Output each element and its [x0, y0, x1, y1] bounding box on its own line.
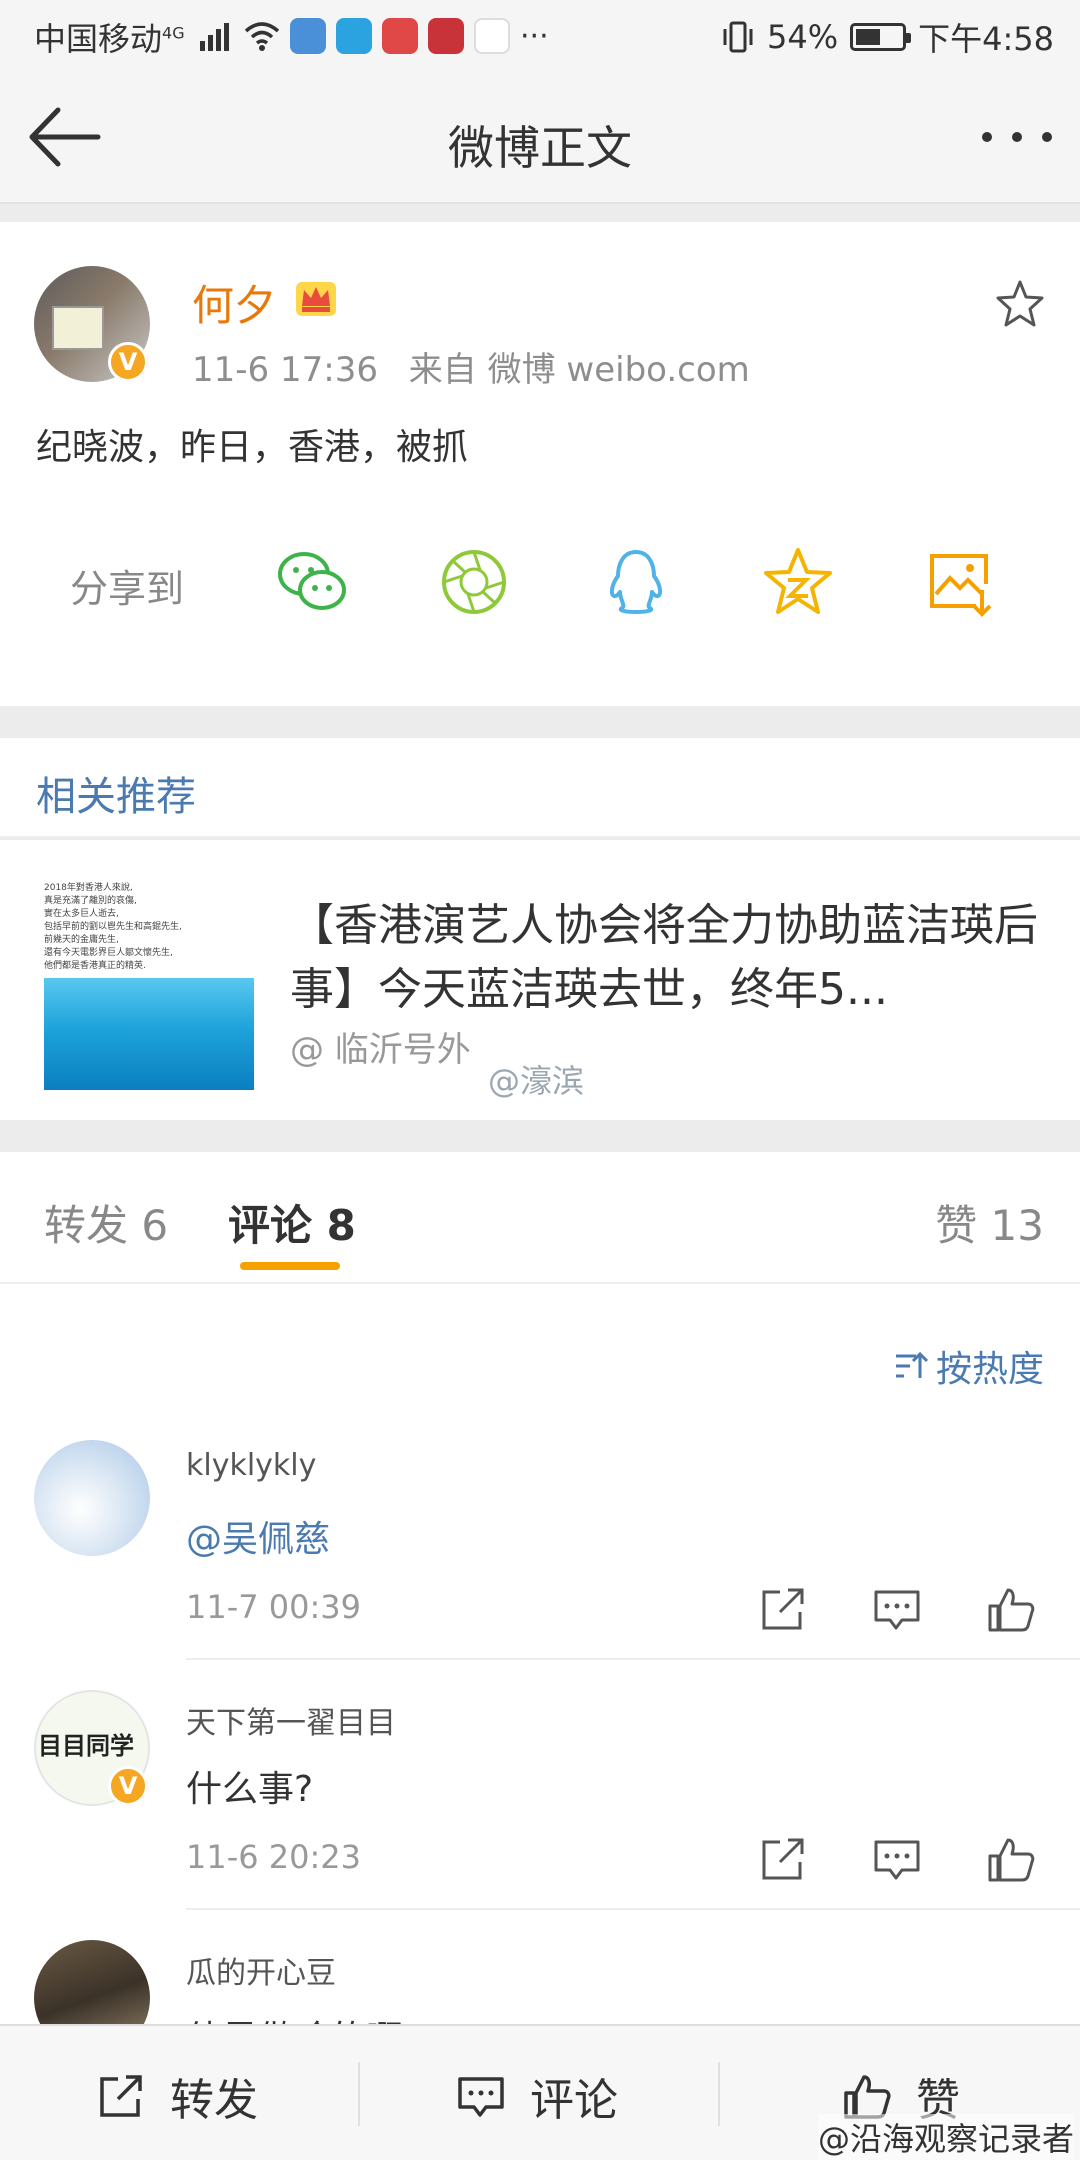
more-notifications-icon: ···: [520, 18, 549, 54]
post-card: V 何夕 11-6 17:36 来自 微博 weibo.com 纪晓波，昨日，香…: [0, 222, 1080, 706]
separator: [718, 2062, 720, 2126]
signal-icon: [200, 23, 229, 51]
sort-icon: [895, 1351, 928, 1378]
comment-button[interactable]: 评论: [456, 2064, 618, 2128]
app-notification-icon: [336, 18, 372, 54]
comment-divider: [186, 1658, 1080, 1660]
comment-text[interactable]: @吴佩慈: [186, 1510, 330, 1562]
tab-comment[interactable]: 评论 8: [228, 1192, 356, 1253]
post-meta: 11-6 17:36 来自 微博 weibo.com: [192, 342, 750, 391]
network-type: 4G: [162, 23, 185, 43]
author-name[interactable]: 何夕: [192, 272, 276, 333]
commenter-avatar[interactable]: [34, 1440, 150, 1556]
comment-label: 评论: [530, 2075, 618, 2126]
engagement-tabs: 转发 6 评论 8 赞 13: [0, 1152, 1080, 1284]
comment-time: 11-7 00:39: [186, 1588, 362, 1626]
favorite-star-icon[interactable]: [994, 278, 1046, 330]
avatar-sign: [52, 306, 104, 350]
post-content: 纪晓波，昨日，香港，被抓: [36, 427, 469, 468]
dot: [1042, 132, 1052, 142]
reply-comment-icon[interactable]: [872, 1584, 922, 1634]
thumbnail-text: 2018年對香港人來說, 真是充滿了離別的哀傷, 實在太多巨人逝去, 包括早前的…: [44, 883, 182, 971]
status-right: 54% 下午4:58: [721, 14, 1054, 60]
post-source: 来自 微博 weibo.com: [408, 350, 750, 390]
comments-section: 按热度 klyklykly @吴佩慈 11-7 00:39 目目同学 V 天下第…: [0, 1284, 1080, 2060]
more-menu-button[interactable]: [982, 122, 1052, 152]
app-notification-icon: [382, 18, 418, 54]
qzone-icon[interactable]: [760, 544, 836, 620]
save-image-icon[interactable]: [922, 544, 998, 620]
nav-bar: 微博正文: [0, 72, 1080, 204]
battery-icon: [850, 23, 912, 51]
clock: 下午4:58: [918, 20, 1054, 58]
share-label: 分享到: [70, 567, 185, 611]
like-comment-icon[interactable]: [986, 1584, 1036, 1634]
dot: [1012, 132, 1022, 142]
repost-button[interactable]: 转发: [96, 2064, 258, 2128]
commenter-name[interactable]: klyklykly: [186, 1448, 316, 1483]
wifi-icon: [244, 22, 280, 51]
crown-icon: [296, 282, 336, 316]
repost-comment-icon[interactable]: [758, 1584, 808, 1634]
sort-button[interactable]: 按热度: [894, 1340, 1044, 1392]
status-icons: ···: [200, 18, 549, 54]
tab-like[interactable]: 赞 13: [935, 1192, 1044, 1253]
app-notification-icon: [474, 18, 510, 54]
qq-icon[interactable]: [598, 544, 674, 620]
carrier-label: 中国移动4G: [34, 20, 185, 58]
separator: [358, 2062, 360, 2126]
page-title: 微博正文: [448, 121, 632, 175]
app-notification-icon: [290, 18, 326, 54]
vibrate-icon: [723, 21, 753, 53]
verified-badge: V: [108, 342, 148, 382]
dot: [982, 132, 992, 142]
related-item[interactable]: 2018年對香港人來說, 真是充滿了離別的哀傷, 實在太多巨人逝去, 包括早前的…: [0, 840, 1080, 1120]
commenter-name[interactable]: 天下第一翟目目: [186, 1698, 396, 1742]
verified-badge: V: [108, 1766, 148, 1806]
avatar-text: 目目同学: [38, 1731, 134, 1760]
sea-image: [44, 978, 254, 1090]
reply-comment-icon[interactable]: [872, 1834, 922, 1884]
post-time: 11-6 17:36: [192, 350, 378, 390]
repost-icon: [100, 2075, 142, 2117]
app-notification-icon: [428, 18, 464, 54]
wechat-icon[interactable]: [274, 544, 350, 620]
comment-time: 11-6 20:23: [186, 1838, 362, 1876]
related-source: @ 临沂号外: [290, 1030, 471, 1070]
related-section-header: 相关推荐: [0, 738, 1080, 838]
repost-label: 转发: [170, 2075, 258, 2126]
image-watermark: @濠滨: [488, 1062, 585, 1100]
comment-divider: [186, 1908, 1080, 1910]
moments-icon[interactable]: [436, 544, 512, 620]
comment-icon: [458, 2077, 504, 2117]
related-title[interactable]: 【香港演艺人协会将全力协助蓝洁瑛后事】今天蓝洁瑛去世，终年5...: [290, 894, 1050, 1022]
comment-text[interactable]: 什么事?: [186, 1760, 313, 1812]
sort-label: 按热度: [935, 1349, 1044, 1390]
related-label: 相关推荐: [36, 774, 196, 820]
battery-percent: 54%: [767, 18, 839, 56]
like-comment-icon[interactable]: [986, 1834, 1036, 1884]
status-bar: 中国移动4G ··· 54% 下午4:58: [0, 0, 1080, 72]
tab-repost[interactable]: 转发 6: [44, 1192, 168, 1253]
active-tab-indicator: [240, 1262, 340, 1270]
repost-comment-icon[interactable]: [758, 1834, 808, 1884]
weibo-watermark: @沿海观察记录者: [817, 2114, 1074, 2160]
related-thumbnail: 2018年對香港人來說, 真是充滿了離別的哀傷, 實在太多巨人逝去, 包括早前的…: [40, 876, 254, 1096]
commenter-name[interactable]: 瓜的开心豆: [186, 1948, 336, 1992]
